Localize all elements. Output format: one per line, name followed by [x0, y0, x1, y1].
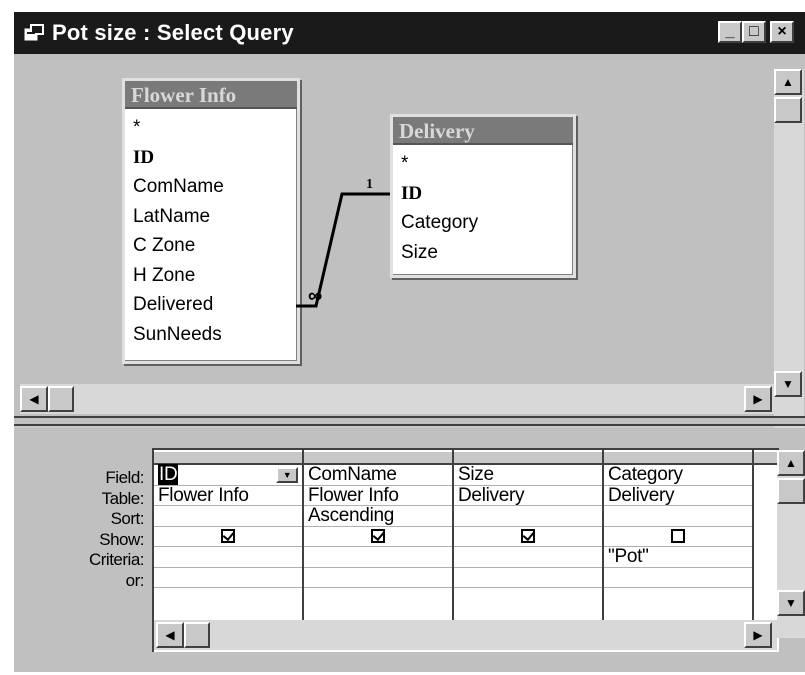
- maximize-icon: □: [749, 23, 759, 40]
- grid-horizontal-scrollbar[interactable]: ◀ ▶: [154, 620, 777, 650]
- field-list-item[interactable]: Size: [393, 238, 573, 268]
- field-cell[interactable]: Category: [604, 464, 752, 486]
- field-list-item[interactable]: *: [125, 113, 297, 143]
- checkbox-icon[interactable]: [371, 529, 385, 544]
- or-cell[interactable]: [604, 568, 752, 588]
- field-list-item[interactable]: Category: [393, 208, 573, 238]
- design-grid-pane[interactable]: Field: Table: Sort: Show: Criteria: or: …: [14, 428, 805, 672]
- grid-vertical-scrollbar[interactable]: ▲ ▼: [777, 450, 805, 638]
- show-cell[interactable]: [604, 527, 752, 547]
- field-list-item[interactable]: SunNeeds: [125, 320, 297, 350]
- field-cell[interactable]: Size: [454, 464, 602, 486]
- grid-column[interactable]: Category Delivery "Pot": [604, 450, 754, 640]
- close-button[interactable]: ×: [770, 21, 794, 43]
- checkbox-icon[interactable]: [521, 529, 535, 544]
- table-title[interactable]: Delivery: [393, 117, 573, 145]
- scroll-right-icon[interactable]: ▶: [744, 386, 772, 412]
- field-list-item[interactable]: *: [393, 149, 573, 179]
- scroll-right-icon[interactable]: ▶: [744, 622, 772, 648]
- show-cell[interactable]: [304, 527, 452, 547]
- sort-cell[interactable]: [154, 506, 302, 527]
- row-label-table: Table:: [101, 488, 145, 508]
- sort-cell[interactable]: [454, 506, 602, 527]
- field-cell[interactable]: ComName: [304, 464, 452, 486]
- scroll-down-icon[interactable]: ▼: [774, 371, 802, 397]
- criteria-cell[interactable]: [304, 547, 452, 568]
- table-cell[interactable]: Flower Info: [154, 485, 302, 506]
- or-cell[interactable]: [154, 568, 302, 588]
- sort-cell[interactable]: Ascending: [304, 505, 452, 527]
- grid-column[interactable]: Size Delivery: [454, 450, 604, 640]
- criteria-cell[interactable]: [454, 547, 602, 568]
- column-selector[interactable]: [754, 450, 779, 465]
- one-label: 1: [366, 177, 373, 192]
- scroll-left-icon[interactable]: ◀: [156, 622, 184, 648]
- checkbox-icon[interactable]: [671, 529, 685, 544]
- table-pane-horizontal-scrollbar[interactable]: ◀ ▶: [20, 384, 774, 414]
- grid-column[interactable]: ID ▼ Flower Info: [154, 450, 304, 640]
- maximize-button[interactable]: □: [742, 21, 766, 43]
- checkbox-icon[interactable]: [221, 529, 235, 544]
- sort-cell[interactable]: [604, 506, 752, 527]
- table-cell[interactable]: Delivery: [454, 485, 602, 506]
- or-cell[interactable]: [454, 568, 602, 588]
- row-label-show: Show:: [99, 529, 144, 549]
- relationship-line[interactable]: 1 ∞: [294, 174, 394, 324]
- pane-splitter[interactable]: [14, 416, 805, 426]
- show-cell[interactable]: [454, 527, 602, 547]
- row-label-criteria: Criteria:: [88, 550, 145, 569]
- or-cell[interactable]: [304, 568, 452, 588]
- scroll-up-icon[interactable]: ▲: [777, 450, 805, 476]
- row-label-field: Field:: [105, 468, 144, 487]
- row-label-sort: Sort:: [110, 509, 145, 528]
- query-window-icon: [24, 24, 44, 41]
- close-icon: ×: [777, 23, 787, 40]
- dropdown-arrow-icon[interactable]: ▼: [276, 467, 298, 483]
- grid-column[interactable]: ComName Flower Info Ascending: [304, 450, 454, 640]
- row-label-or: or:: [125, 570, 145, 590]
- table-cell[interactable]: Delivery: [604, 485, 752, 506]
- table-pane[interactable]: Flower Info * ID ComName LatName C Zone …: [14, 54, 805, 439]
- minimize-button[interactable]: _: [718, 21, 742, 43]
- column-selector[interactable]: [604, 450, 752, 465]
- table-title[interactable]: Flower Info: [125, 81, 297, 109]
- table-cell[interactable]: Flower Info: [304, 485, 452, 506]
- criteria-cell[interactable]: [154, 547, 302, 568]
- field-list-item[interactable]: H Zone: [125, 261, 297, 291]
- table-flower-info[interactable]: Flower Info * ID ComName LatName C Zone …: [122, 78, 300, 364]
- field-list-item[interactable]: Delivered: [125, 290, 297, 320]
- scroll-thumb[interactable]: [777, 478, 805, 504]
- window-title: Pot size : Select Query: [52, 20, 294, 45]
- field-list-item[interactable]: ID: [125, 143, 297, 173]
- table-delivery[interactable]: Delivery * ID Category Size: [390, 114, 576, 278]
- column-selector[interactable]: [154, 450, 302, 465]
- query-design-grid[interactable]: ID ▼ Flower Info ComName Flower Info Asc…: [152, 448, 779, 652]
- field-list-item[interactable]: C Zone: [125, 231, 297, 261]
- table-pane-vertical-scrollbar[interactable]: ▲ ▼: [774, 69, 804, 439]
- column-selector[interactable]: [304, 450, 452, 465]
- scroll-thumb[interactable]: [48, 386, 74, 412]
- minimize-icon: _: [725, 23, 735, 40]
- scroll-thumb[interactable]: [184, 622, 210, 648]
- title-bar[interactable]: Pot size : Select Query _ □ ×: [14, 12, 805, 54]
- scroll-down-icon[interactable]: ▼: [777, 590, 805, 616]
- criteria-cell[interactable]: "Pot": [604, 546, 752, 568]
- field-cell[interactable]: ID ▼: [154, 464, 302, 486]
- field-list-item[interactable]: ComName: [125, 172, 297, 202]
- column-selector[interactable]: [454, 450, 602, 465]
- grid-column[interactable]: [754, 450, 779, 640]
- field-list-item[interactable]: LatName: [125, 202, 297, 232]
- scroll-thumb[interactable]: [774, 97, 802, 123]
- scroll-left-icon[interactable]: ◀: [20, 386, 48, 412]
- scroll-up-icon[interactable]: ▲: [774, 69, 802, 95]
- query-window: Pot size : Select Query _ □ × Flower Inf…: [12, 10, 805, 672]
- field-value[interactable]: ID: [158, 464, 179, 485]
- show-cell[interactable]: [154, 527, 302, 547]
- many-label: ∞: [308, 285, 322, 307]
- field-list-item[interactable]: ID: [393, 179, 573, 209]
